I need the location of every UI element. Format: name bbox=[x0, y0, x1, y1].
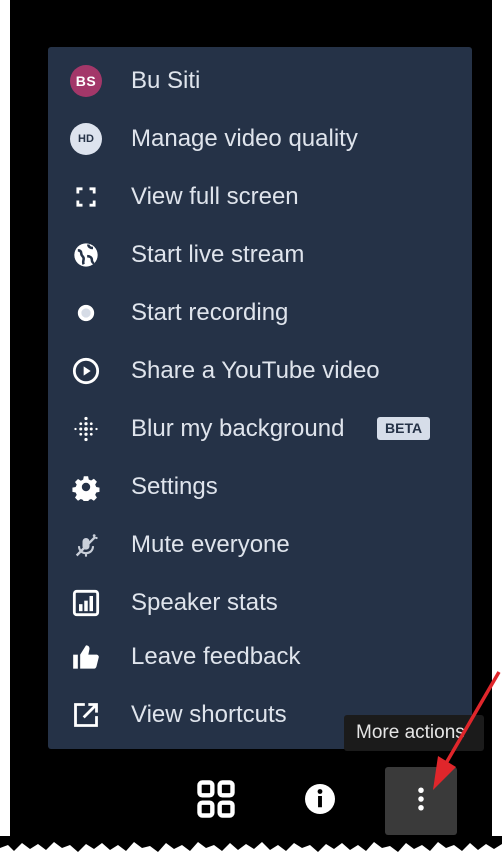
menu-item-profile[interactable]: BS Bu Siti bbox=[48, 55, 472, 107]
record-icon bbox=[68, 295, 104, 331]
avatar: BS bbox=[68, 63, 104, 99]
tile-view-button[interactable] bbox=[180, 767, 252, 835]
menu-item-label: Blur my background bbox=[131, 415, 345, 442]
more-actions-menu: BS Bu Siti HD Manage video quality View … bbox=[48, 47, 472, 749]
menu-item-speaker-stats[interactable]: Speaker stats bbox=[48, 577, 472, 629]
bar-chart-icon bbox=[68, 585, 104, 621]
grid-icon bbox=[194, 777, 238, 826]
hd-icon: HD bbox=[68, 121, 104, 157]
menu-item-leave-feedback[interactable]: Leave feedback bbox=[48, 631, 472, 683]
blur-dots-icon bbox=[68, 411, 104, 447]
beta-badge: BETA bbox=[377, 417, 431, 440]
menu-item-label: Start recording bbox=[131, 299, 289, 326]
play-circle-icon bbox=[68, 353, 104, 389]
thumbs-up-icon bbox=[68, 639, 104, 675]
menu-item-share-youtube[interactable]: Share a YouTube video bbox=[48, 345, 472, 397]
menu-item-label: Share a YouTube video bbox=[131, 357, 380, 384]
menu-item-mute-everyone[interactable]: Mute everyone bbox=[48, 519, 472, 571]
menu-item-label: Speaker stats bbox=[131, 589, 278, 616]
menu-item-label: View full screen bbox=[131, 183, 299, 210]
more-vertical-icon bbox=[406, 781, 436, 822]
external-link-icon bbox=[68, 697, 104, 733]
more-actions-button[interactable] bbox=[385, 767, 457, 835]
menu-item-video-quality[interactable]: HD Manage video quality bbox=[48, 113, 472, 165]
menu-item-label: Manage video quality bbox=[131, 125, 358, 152]
globe-icon bbox=[68, 237, 104, 273]
menu-item-fullscreen[interactable]: View full screen bbox=[48, 171, 472, 223]
fullscreen-icon bbox=[68, 179, 104, 215]
menu-item-settings[interactable]: Settings bbox=[48, 461, 472, 513]
mic-muted-icon bbox=[68, 527, 104, 563]
menu-item-recording[interactable]: Start recording bbox=[48, 287, 472, 339]
menu-item-label: Settings bbox=[131, 473, 218, 500]
menu-item-label: Leave feedback bbox=[131, 643, 301, 670]
menu-item-label: Start live stream bbox=[131, 241, 305, 268]
menu-item-label: View shortcuts bbox=[131, 701, 287, 728]
menu-item-label: Mute everyone bbox=[131, 531, 290, 558]
menu-item-live-stream[interactable]: Start live stream bbox=[48, 229, 472, 281]
info-button[interactable] bbox=[284, 767, 356, 835]
menu-item-label: Bu Siti bbox=[131, 67, 201, 94]
more-actions-tooltip: More actions bbox=[344, 715, 484, 751]
gear-icon bbox=[68, 469, 104, 505]
info-icon bbox=[302, 781, 338, 822]
torn-edge bbox=[0, 836, 502, 861]
